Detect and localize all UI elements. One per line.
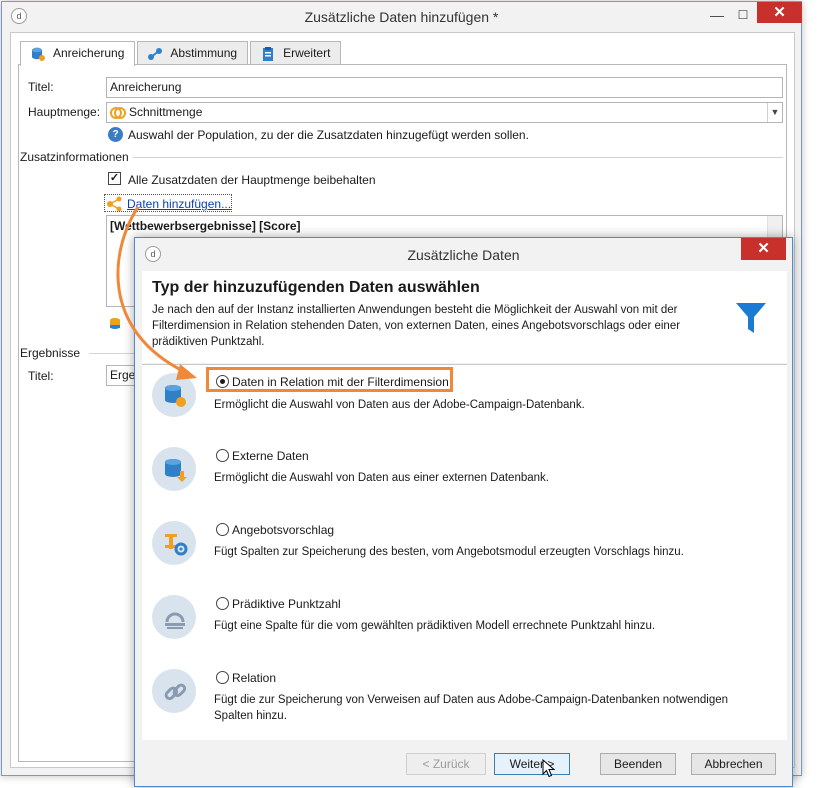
radio-relation[interactable] [216, 671, 229, 684]
result-title-label: Titel: [28, 369, 54, 383]
option-relation[interactable]: Relation Fügt die zur Speicherung von Ve… [142, 661, 787, 741]
tab-anreicherung[interactable]: Anreicherung [20, 41, 136, 66]
dialog-header: Typ der hinzuzufügenden Daten auswählen … [142, 271, 787, 363]
option-desc: Fügt die zur Speicherung von Verweisen a… [214, 694, 729, 722]
option-desc: Fügt Spalten zur Speicherung des besten,… [214, 546, 684, 558]
ergebnisse-group-label: Ergebnisse [20, 346, 81, 360]
option-offer[interactable]: Angebotsvorschlag Fügt Spalten zur Speic… [142, 513, 787, 587]
cancel-button[interactable]: Abbrechen [691, 753, 776, 775]
option-label: Relation [232, 671, 277, 685]
option-external-data[interactable]: Externe Daten Ermöglicht die Auswahl von… [142, 439, 787, 513]
help-text: Auswahl der Population, zu der die Zusat… [128, 128, 529, 142]
database-stack-icon[interactable] [107, 316, 123, 332]
next-button[interactable]: Weiter > [494, 753, 570, 775]
option-desc: Fügt eine Spalte für die vom gewählten p… [214, 620, 656, 632]
mouse-cursor-icon [542, 759, 556, 778]
option-label: Daten in Relation mit der Filterdimensio… [232, 375, 449, 389]
outer-window-title: Zusätzliche Daten hinzufügen * [304, 9, 499, 25]
option-related-data[interactable]: Daten in Relation mit der Filterdimensio… [142, 365, 787, 439]
keep-data-label: Alle Zusatzdaten der Hauptmenge beibehal… [128, 173, 376, 187]
external-database-icon [152, 447, 196, 491]
predictive-score-icon [152, 595, 196, 639]
link-nodes-icon [148, 48, 163, 60]
radio-predictive-score[interactable] [216, 597, 229, 610]
keep-data-checkbox[interactable]: ✓ [108, 172, 121, 185]
intersection-icon [110, 107, 126, 119]
back-button[interactable]: < Zurück [406, 753, 486, 775]
tab-label: Erweitert [283, 46, 331, 60]
database-filter-icon [152, 373, 196, 417]
tab-abstimmung[interactable]: Abstimmung [137, 41, 249, 65]
title-input[interactable]: Anreicherung [106, 77, 783, 98]
finish-button[interactable]: Beenden [600, 753, 676, 775]
option-predictive-score[interactable]: Prädiktive Punktzahl Fügt eine Spalte fü… [142, 587, 787, 661]
clipboard-icon [263, 47, 274, 61]
tab-label: Anreicherung [53, 46, 125, 60]
radio-offer[interactable] [216, 523, 229, 536]
option-label: Angebotsvorschlag [232, 523, 335, 537]
list-item[interactable]: [Wettbewerbsergebnisse] [Score] [110, 219, 301, 233]
dialog-description: Je nach den auf der Instanz installierte… [152, 304, 681, 348]
chain-link-icon [152, 669, 196, 713]
chevron-down-icon[interactable]: ▼ [767, 103, 782, 122]
radio-related-data[interactable] [216, 375, 229, 388]
option-label: Externe Daten [232, 449, 309, 463]
dialog-close-button[interactable]: ✕ [741, 238, 786, 260]
filter-funnel-icon [736, 303, 766, 333]
title-label: Titel: [28, 80, 54, 94]
group-divider [133, 157, 783, 158]
zusatz-group-label: Zusatzinformationen [20, 150, 129, 164]
offer-gear-icon [152, 521, 196, 565]
database-enrich-icon [32, 47, 45, 61]
option-desc: Ermöglicht die Auswahl von Daten aus ein… [214, 472, 549, 484]
hauptmenge-select[interactable]: Schnittmenge ▼ [106, 102, 783, 123]
tab-erweitert[interactable]: Erweitert [250, 41, 342, 65]
option-label: Prädiktive Punktzahl [232, 597, 341, 611]
option-list: Daten in Relation mit der Filterdimensio… [142, 364, 787, 740]
maximize-icon[interactable]: ☐ [730, 5, 756, 25]
help-icon: ? [108, 127, 123, 142]
link-focus-rect [104, 194, 232, 212]
radio-external-data[interactable] [216, 449, 229, 462]
outer-close-button[interactable]: ✕ [757, 2, 802, 23]
hauptmenge-label: Hauptmenge: [28, 105, 101, 119]
dialog-heading: Typ der hinzuzufügenden Daten auswählen [152, 279, 480, 296]
minimize-icon[interactable]: — [704, 5, 730, 25]
tab-label: Abstimmung [170, 46, 238, 60]
hauptmenge-value: Schnittmenge [129, 105, 203, 119]
outer-titlebar[interactable]: d Zusätzliche Daten hinzufügen * — ☐ ✕ [2, 2, 802, 31]
dialog-title: Zusätzliche Daten [407, 247, 520, 263]
additional-data-dialog: d Zusätzliche Daten ✕ Typ der hinzuzufüg… [134, 237, 793, 787]
tab-bar: Anreicherung Abstimmung Erweitert [20, 41, 343, 66]
option-desc: Ermöglicht die Auswahl von Daten aus der… [214, 399, 585, 411]
